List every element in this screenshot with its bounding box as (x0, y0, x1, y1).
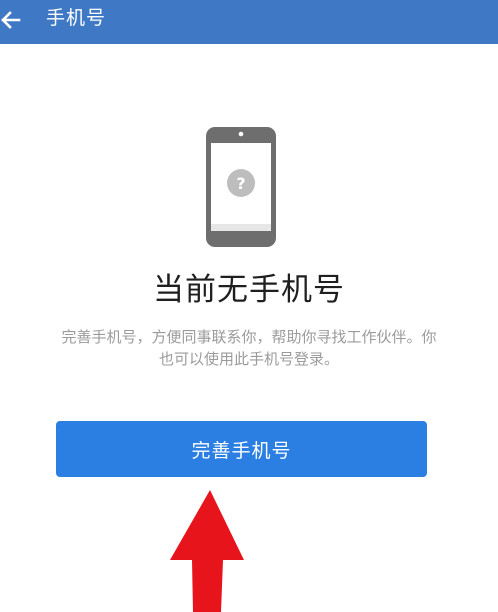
question-mark: ? (236, 174, 245, 193)
page-title: 手机号 (46, 7, 107, 29)
screen: 手机号 ? 当前无手机号 完善手机号，方便同事联系你，帮助你寻找工作伙伴。你 也… (0, 0, 498, 612)
add-phone-button[interactable]: 完善手机号 (56, 421, 427, 477)
arrow-left-icon (1, 11, 21, 29)
empty-state-description: 完善手机号，方便同事联系你，帮助你寻找工作伙伴。你 也可以使用此手机号登录。 (4, 326, 494, 370)
description-line-2: 也可以使用此手机号登录。 (158, 350, 339, 368)
app-bar: 手机号 (0, 0, 498, 44)
empty-state-headline: 当前无手机号 (153, 272, 345, 308)
phone-question-icon: ? (206, 127, 276, 247)
back-button[interactable] (0, 4, 28, 36)
red-arrow-up-icon (170, 490, 244, 612)
description-line-1: 完善手机号，方便同事联系你，帮助你寻找工作伙伴。你 (61, 328, 437, 346)
